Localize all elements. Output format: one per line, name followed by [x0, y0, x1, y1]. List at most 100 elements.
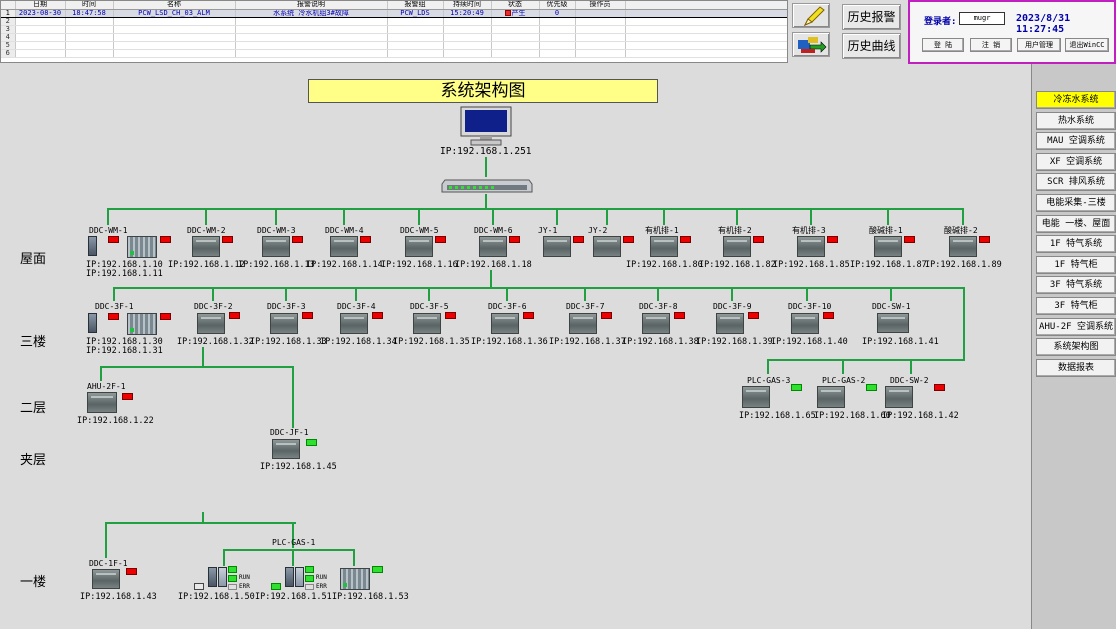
controller-icon[interactable]	[413, 313, 441, 334]
link-line	[767, 359, 965, 361]
device-ip: IP:192.168.1.22	[77, 416, 154, 426]
alarm-cell	[443, 41, 492, 50]
col-header[interactable]: 名称	[113, 1, 236, 10]
controller-icon[interactable]	[593, 236, 621, 257]
nav-item[interactable]: SCR 排风系统	[1036, 173, 1116, 192]
plc-rack-icon[interactable]	[127, 236, 157, 258]
controller-icon[interactable]	[197, 313, 225, 334]
controller-icon[interactable]	[272, 439, 300, 459]
controller-icon[interactable]	[87, 392, 117, 413]
nav-item[interactable]: 3F 特气柜	[1036, 297, 1116, 315]
controller-icon[interactable]	[479, 236, 507, 257]
acknowledge-button[interactable]	[792, 3, 830, 28]
plc-rack-icon[interactable]	[127, 313, 157, 335]
controller-icon[interactable]	[491, 313, 519, 334]
alarm-row[interactable]: 1 2023-08-30 18:47:58 PCW_LSD_CH_03_ALM 水系统 …	[1, 8, 787, 18]
device-ip: IP:192.168.1.18	[455, 260, 532, 270]
server-pc-icon[interactable]	[459, 106, 513, 146]
device-ip: IP:192.168.1.82	[699, 260, 776, 270]
alarm-cell	[387, 33, 444, 42]
nav-item[interactable]: 电能采集-三楼	[1036, 194, 1116, 212]
nav-item[interactable]: 电能 一楼、屋面	[1036, 214, 1116, 233]
controller-icon[interactable]	[797, 236, 825, 257]
controller-icon[interactable]	[949, 236, 977, 257]
export-button[interactable]	[792, 32, 830, 57]
controller-icon[interactable]	[192, 236, 220, 257]
alarm-table[interactable]: 日期 时间 名称 报警说明 报警组 持续时间 状态 优先级 操作员 1 2023-…	[0, 0, 788, 63]
controller-icon[interactable]	[642, 313, 670, 334]
col-header[interactable]: 状态	[491, 1, 540, 10]
nav-item[interactable]: 3F 特气系统	[1036, 276, 1116, 295]
device-ip: IP:192.168.1.34	[320, 337, 397, 347]
status-indicator	[904, 236, 915, 243]
alarm-row[interactable]: 2	[1, 17, 787, 26]
alarm-cell	[491, 17, 540, 26]
col-header[interactable]: 日期	[15, 1, 66, 10]
col-header[interactable]: 报警说明	[235, 1, 388, 10]
controller-icon[interactable]	[92, 569, 120, 589]
alarm-row[interactable]: 4	[1, 33, 787, 42]
col-header[interactable]: 时间	[65, 1, 114, 10]
link-line	[113, 287, 965, 289]
col-header[interactable]: 持续时间	[443, 1, 492, 10]
nav-item[interactable]: 1F 特气柜	[1036, 255, 1116, 274]
history-alarm-button[interactable]: 历史报警	[842, 4, 901, 30]
history-curve-button[interactable]: 历史曲线	[842, 33, 901, 59]
controller-icon[interactable]	[742, 386, 770, 408]
io-module-icon[interactable]	[88, 236, 97, 256]
nav-item[interactable]: 1F 特气系统	[1036, 235, 1116, 254]
controller-icon[interactable]	[877, 313, 909, 333]
nav-item[interactable]: 冷冻水系统	[1036, 91, 1116, 109]
controller-icon[interactable]	[569, 313, 597, 334]
plc-rack-icon[interactable]	[340, 568, 370, 590]
alarm-cell	[113, 25, 236, 34]
io-module-icon[interactable]	[208, 567, 217, 587]
alarm-row[interactable]: 6	[1, 49, 787, 58]
exit-wincc-button[interactable]: 退出WinCC	[1065, 38, 1109, 52]
io-module-icon[interactable]	[295, 567, 304, 587]
controller-icon[interactable]	[791, 313, 819, 334]
user-field[interactable]: mugr	[959, 12, 1005, 25]
controller-icon[interactable]	[817, 386, 845, 408]
alarm-row[interactable]: 5	[1, 41, 787, 50]
controller-icon[interactable]	[405, 236, 433, 257]
link-line	[292, 549, 294, 566]
link-line	[810, 208, 812, 225]
status-indicator	[866, 384, 877, 391]
alarm-cell	[575, 25, 626, 34]
controller-icon[interactable]	[723, 236, 751, 257]
controller-icon[interactable]	[270, 313, 298, 334]
controller-icon[interactable]	[340, 313, 368, 334]
device-name: DDC-3F-9	[713, 302, 752, 311]
alarm-cell	[15, 25, 66, 34]
nav-item[interactable]: XF 空调系统	[1036, 152, 1116, 171]
io-module-icon[interactable]	[88, 313, 97, 333]
col-header[interactable]: 优先级	[539, 1, 576, 10]
nav-item[interactable]: 热水系统	[1036, 111, 1116, 130]
controller-icon[interactable]	[330, 236, 358, 257]
controller-icon[interactable]	[716, 313, 744, 334]
nav-item[interactable]: AHU-2F 空调系统	[1036, 317, 1116, 336]
nav-item[interactable]: 数据报表	[1036, 358, 1116, 377]
device-name: DDC-1F-1	[89, 559, 128, 568]
link-line	[606, 208, 608, 225]
io-module-icon[interactable]	[218, 567, 227, 587]
col-header[interactable]: 操作员	[575, 1, 626, 10]
login-button[interactable]: 登 陆	[922, 38, 964, 52]
link-line	[910, 359, 912, 374]
col-header[interactable]: 报警组	[387, 1, 444, 10]
alarm-cell-text: PCW_LSD_CH_03_ALM	[138, 9, 210, 17]
io-module-icon[interactable]	[285, 567, 294, 587]
user-management-button[interactable]: 用户管理	[1017, 38, 1061, 52]
controller-icon[interactable]	[874, 236, 902, 257]
network-switch-icon[interactable]	[441, 177, 533, 194]
controller-icon[interactable]	[262, 236, 290, 257]
alarm-row[interactable]: 3	[1, 25, 787, 34]
controller-icon[interactable]	[543, 236, 571, 257]
controller-icon[interactable]	[885, 386, 913, 408]
logout-button[interactable]: 注 销	[970, 38, 1012, 52]
run-label: RUN	[316, 574, 327, 581]
nav-item[interactable]: MAU 空调系统	[1036, 132, 1116, 151]
nav-item[interactable]: 系统架构图	[1036, 338, 1116, 357]
controller-icon[interactable]	[650, 236, 678, 257]
